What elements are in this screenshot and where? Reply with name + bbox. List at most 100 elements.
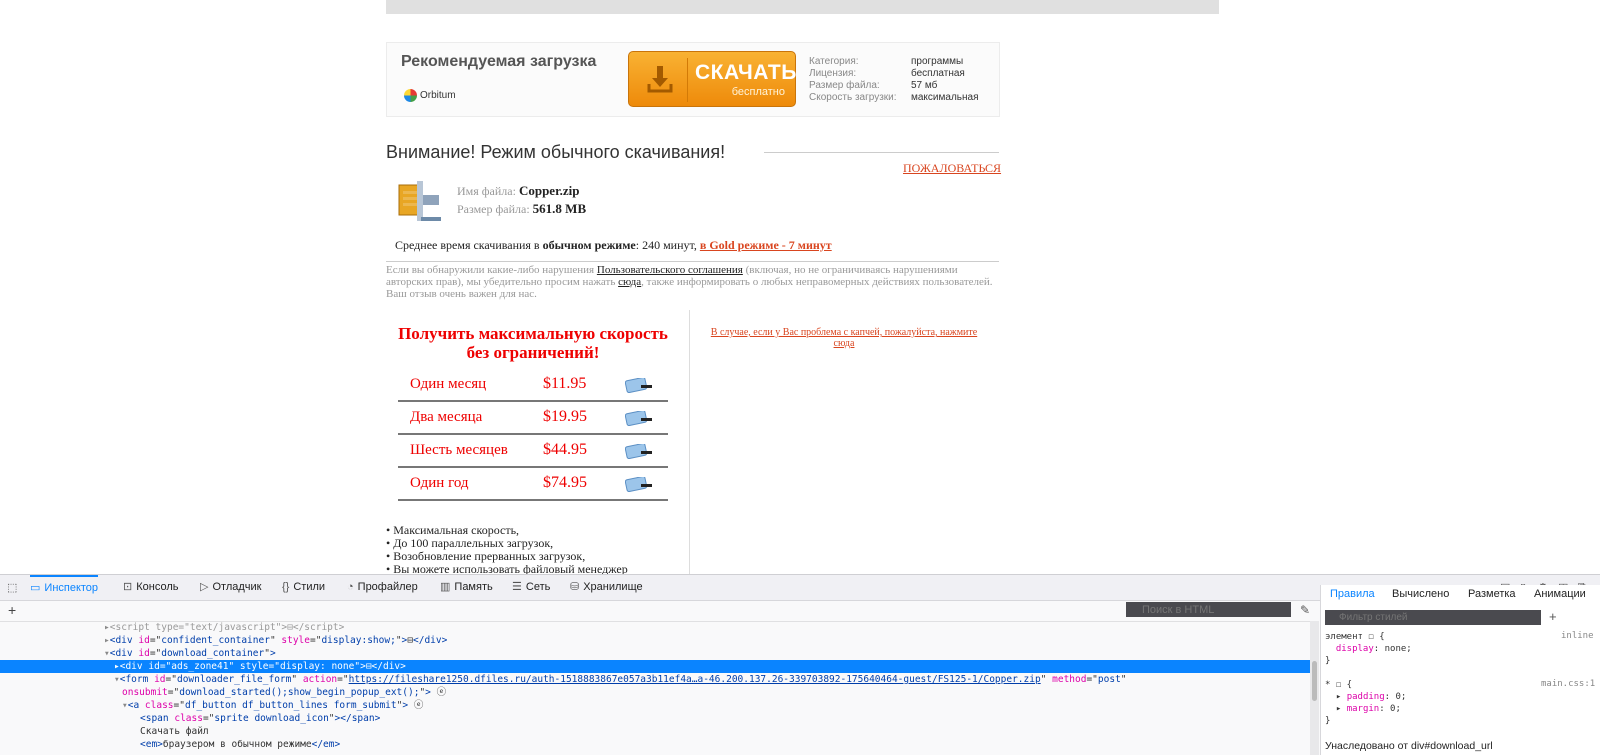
inherited-header: Унаследовано от div#download_url <box>1325 740 1493 752</box>
orbitum-logo-icon <box>404 89 417 102</box>
markup-text-node[interactable]: Скачать файл <box>140 725 209 738</box>
meta-row: Лицензия: бесплатная <box>809 68 979 80</box>
add-node-icon[interactable]: + <box>8 602 16 618</box>
recommended-title: Рекомендуемая загрузка <box>401 53 597 70</box>
credit-card-icon <box>625 411 652 426</box>
credit-card-icon <box>625 477 652 492</box>
file-size-row: Размер файла: 561.8 MB <box>457 201 586 217</box>
tab-label: Сеть <box>525 581 551 593</box>
file-size: 561.8 MB <box>532 201 587 216</box>
download-button[interactable]: СКАЧАТЬ бесплатно <box>628 51 796 107</box>
inspector-icon: ▭ <box>30 582 41 594</box>
gold-mode-link[interactable]: в Gold режиме - 7 минут <box>700 238 832 252</box>
sidebar-tab[interactable]: Правила <box>1330 588 1375 600</box>
tab-label: Профайлер <box>357 581 418 593</box>
page-heading: Внимание! Режим обычного скачивания! <box>386 142 726 162</box>
event-badge-icon[interactable]: ⓔ <box>414 700 424 711</box>
meta-key: Лицензия: <box>809 68 857 79</box>
tab-performance[interactable]: ◔ Профайлер <box>347 575 418 600</box>
tab-label: Отладчик <box>212 581 262 593</box>
sidebar-tab[interactable]: Разметка <box>1468 588 1516 600</box>
attr-value: downloader_file_form <box>176 674 292 685</box>
price-option-value: $74.95 <box>543 474 587 491</box>
style-filter-input[interactable] <box>1325 610 1541 625</box>
rule-value[interactable]: 0; <box>1395 692 1406 702</box>
rule-value[interactable]: 0; <box>1390 704 1401 714</box>
download-button-sublabel: бесплатно <box>731 86 785 98</box>
markup-node[interactable]: <em>браузером в обычном режиме</em> <box>140 738 340 751</box>
avg-suffix: : 240 минут, <box>635 238 700 252</box>
report-here-link[interactable]: сюда <box>618 276 641 288</box>
top-banner-strip <box>386 0 1219 14</box>
price-option-value: $44.95 <box>543 441 587 458</box>
column-divider <box>689 310 690 574</box>
rule-property[interactable]: display <box>1336 644 1374 654</box>
tab-label: Память <box>454 581 493 593</box>
tab-memory[interactable]: ▥ Память <box>440 575 493 600</box>
notice-text-1: Если вы обнаружили какие-либо нарушения <box>386 264 597 276</box>
meta-key: Категория: <box>809 56 859 67</box>
rule-source[interactable]: inline <box>1561 631 1594 641</box>
sidebar-tab[interactable]: Вычислено <box>1392 588 1449 600</box>
meta-value: максимальная <box>911 92 979 103</box>
rule-value[interactable]: none; <box>1385 644 1412 654</box>
debugger-icon: ▷ <box>200 581 209 593</box>
sidebar-tab[interactable]: Анимации <box>1534 588 1586 600</box>
credit-card-icon <box>625 444 652 459</box>
complain-link[interactable]: ПОЖАЛОВАТЬСЯ <box>903 161 1001 176</box>
rule-property[interactable]: margin <box>1347 704 1380 714</box>
price-option[interactable]: Один месяц $11.95 <box>398 370 668 402</box>
rules-sidebar: ПравилаВычисленоРазметкаАнимации ⏷ + эле… <box>1320 585 1600 755</box>
user-agreement-link[interactable]: Пользовательского соглашения <box>597 264 743 276</box>
tab-network[interactable]: ☰ Сеть <box>512 575 550 600</box>
markup-view: ▸<script type="text/javascript">⊟</scrip… <box>0 621 1310 755</box>
markup-scrollbar[interactable] <box>1310 621 1319 755</box>
collapsed-badge-icon: ⊟ <box>287 622 293 633</box>
file-name: Copper.zip <box>518 183 580 198</box>
captcha-help-link[interactable]: В случае, если у Вас проблема с капчей, … <box>704 327 984 349</box>
tab-console[interactable]: ⊡ Консоль <box>123 575 178 600</box>
add-rule-icon[interactable]: + <box>1549 609 1557 624</box>
price-option[interactable]: Шесть месяцев $44.95 <box>398 436 668 468</box>
markup-node[interactable]: ▸<div id="confident_container" style="di… <box>104 634 447 647</box>
tab-label: Стили <box>293 581 326 593</box>
attr-name: type <box>155 622 179 633</box>
tab-style-editor[interactable]: {} Стили <box>282 575 325 600</box>
eyedropper-icon[interactable]: ✎ <box>1300 603 1310 617</box>
storage-icon: ⛁ <box>570 581 580 593</box>
meta-value: программы <box>911 56 964 67</box>
tab-inspector[interactable]: ▭ Инспектор <box>30 575 99 600</box>
attr-value-link[interactable]: https://fileshare1250.dfiles.ru/auth-151… <box>349 674 1041 685</box>
html-search-input[interactable] <box>1126 602 1291 617</box>
memory-icon: ▥ <box>440 581 451 593</box>
archive-file-icon <box>398 181 441 221</box>
element-picker-icon[interactable]: ⬚ <box>7 581 17 594</box>
tag-name: script <box>115 622 150 633</box>
markup-node[interactable]: ▸<script type="text/javascript">⊟</scrip… <box>104 621 344 634</box>
divider <box>386 261 999 262</box>
attr-value: display: none <box>279 661 355 672</box>
attr-value: sprite download_icon <box>214 713 329 724</box>
credit-card-icon <box>625 378 652 393</box>
tab-storage[interactable]: ⛁ Хранилище <box>570 575 643 600</box>
markup-node[interactable]: ▾<a class="df_button df_button_lines for… <box>122 699 423 712</box>
attr-value: text/javascript <box>189 622 276 633</box>
price-option[interactable]: Один год $74.95 <box>398 469 668 501</box>
event-badge-icon[interactable]: ⓔ <box>437 687 447 698</box>
attr-value: display:show; <box>321 635 396 646</box>
scrollbar-thumb[interactable] <box>1312 661 1317 701</box>
markup-node[interactable]: <span class="sprite download_icon"></spa… <box>140 712 380 725</box>
price-option-name: Один месяц <box>410 376 487 392</box>
meta-row: Скорость загрузки: максимальная <box>809 92 979 104</box>
rule-property[interactable]: padding <box>1347 692 1385 702</box>
tab-debugger[interactable]: ▷ Отладчик <box>200 575 261 600</box>
markup-node[interactable]: ▾<form id="downloader_file_form" action=… <box>114 673 1127 686</box>
attr-value: ads_zone41 <box>171 661 229 672</box>
price-option[interactable]: Два месяца $19.95 <box>398 403 668 435</box>
markup-node[interactable]: ▾<div id="download_container"> <box>104 647 276 660</box>
attr-value: df_button df_button_lines form_submit <box>184 700 397 711</box>
rule-source[interactable]: main.css:1 <box>1541 679 1595 689</box>
markup-node-selected[interactable]: ▸<div id="ads_zone41" style="display: no… <box>0 660 1310 673</box>
feature-list: Максимальная скорость,До 100 параллельны… <box>386 524 628 576</box>
rule-selector: элемент <box>1325 632 1363 642</box>
